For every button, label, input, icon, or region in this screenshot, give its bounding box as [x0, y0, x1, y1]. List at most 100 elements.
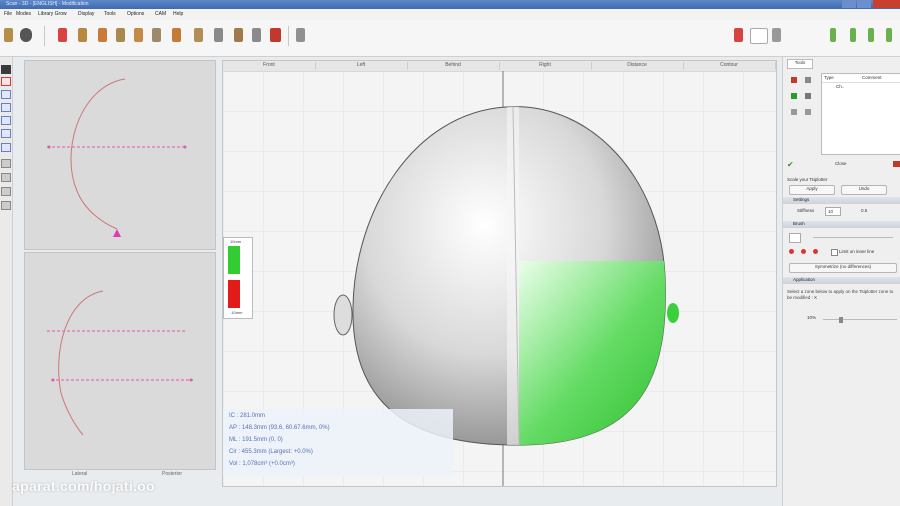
- tab-lateral[interactable]: Lateral: [72, 471, 87, 477]
- side-view-top[interactable]: [24, 60, 216, 250]
- guide-point-left[interactable]: [51, 378, 55, 382]
- brush-section-header[interactable]: Brush: [783, 221, 900, 228]
- marker-triangle-icon[interactable]: [113, 229, 121, 237]
- watermark: aparat.com/hojati.oo: [12, 478, 155, 494]
- menu-help[interactable]: Help: [173, 11, 183, 17]
- align-tool-icon[interactable]: [116, 28, 125, 42]
- right-ear: [667, 303, 679, 323]
- menu-library[interactable]: Library Grow: [38, 11, 67, 17]
- tool-8-icon[interactable]: [1, 173, 11, 182]
- legend-bottom-label: -10mm: [230, 310, 243, 315]
- apply-button[interactable]: Apply: [789, 185, 835, 195]
- refresh-icon[interactable]: [791, 93, 797, 99]
- menu-modes[interactable]: Modes: [16, 11, 31, 17]
- symmetry-tool-icon[interactable]: [270, 28, 281, 42]
- tab-posterior[interactable]: Posterior: [162, 471, 182, 477]
- cancel-icon[interactable]: [893, 161, 900, 167]
- move-up-icon[interactable]: [791, 109, 797, 115]
- color-bar-2-icon[interactable]: [850, 28, 856, 42]
- undo-button[interactable]: Undo: [841, 185, 887, 195]
- rotate-tool-icon[interactable]: [98, 28, 107, 42]
- col-type-header: Type: [824, 75, 834, 80]
- slider-handle[interactable]: [839, 317, 843, 323]
- camera-icon[interactable]: [20, 28, 32, 42]
- tab-distance[interactable]: Distance: [591, 62, 684, 70]
- layer-3-icon[interactable]: [1, 103, 11, 112]
- maximize-button[interactable]: [857, 0, 871, 8]
- menu-display[interactable]: Display: [78, 11, 94, 17]
- red-layer-icon[interactable]: [1, 77, 11, 86]
- scale-tool-icon[interactable]: [234, 28, 243, 42]
- checkmark-icon[interactable]: ✔: [787, 161, 795, 169]
- brush-section-label: Brush: [793, 221, 805, 226]
- application-slider[interactable]: [823, 319, 897, 320]
- tool-9-icon[interactable]: [1, 187, 11, 196]
- menu-tools[interactable]: Tools: [104, 11, 116, 17]
- tab-right[interactable]: Right: [499, 62, 592, 70]
- menu-cam[interactable]: CAM: [155, 11, 166, 17]
- move-down-icon[interactable]: [805, 109, 811, 115]
- table-row[interactable]: Ch..: [836, 84, 844, 89]
- brush-add-icon[interactable]: [789, 249, 794, 254]
- brush-remove-icon[interactable]: [801, 249, 806, 254]
- sculpt-tool-icon[interactable]: [172, 28, 181, 42]
- smooth-tool-icon[interactable]: [134, 28, 143, 42]
- slider-label: 10%: [807, 315, 817, 320]
- fill-tool-icon[interactable]: [194, 28, 203, 42]
- limit-checkbox[interactable]: [831, 249, 838, 256]
- scan-tool-icon[interactable]: [4, 28, 13, 42]
- window-title: Scan - 3D - [ENGLISH] - Modification: [6, 1, 89, 7]
- menu-file[interactable]: File: [4, 11, 12, 17]
- guide-point-left[interactable]: [47, 145, 51, 149]
- brush-smooth-icon[interactable]: [813, 249, 818, 254]
- application-section-header[interactable]: Application: [783, 277, 900, 284]
- delete-icon[interactable]: [791, 77, 797, 83]
- layer-4-icon[interactable]: [1, 116, 11, 125]
- color-bar-4-icon[interactable]: [886, 28, 892, 42]
- settings-section-header[interactable]: Settings: [783, 197, 900, 204]
- stiffness-input[interactable]: 10: [825, 207, 841, 216]
- main-3d-viewport[interactable]: Front Left Behind Right Distance Contour: [222, 60, 777, 487]
- copy-tool-icon[interactable]: [252, 28, 261, 42]
- guide-point-right[interactable]: [183, 145, 187, 149]
- color-bar-3-icon[interactable]: [868, 28, 874, 42]
- menu-options[interactable]: Options: [127, 11, 144, 17]
- symmetrize-button[interactable]: Symmetrize (no differences): [789, 263, 897, 273]
- layer-5-icon[interactable]: [1, 129, 11, 138]
- modifications-table[interactable]: Type Comment Ch..: [821, 73, 900, 155]
- guide-point-right[interactable]: [189, 378, 193, 382]
- close-window-button[interactable]: [873, 0, 900, 8]
- layer-2-icon[interactable]: [1, 90, 11, 99]
- measure-ap: AP : 148.3mm (93.6, 60.67.6mm, 0%): [229, 425, 330, 431]
- copy-icon[interactable]: [805, 77, 811, 83]
- grid-icon[interactable]: [772, 28, 781, 42]
- marker-tool-icon[interactable]: [58, 28, 67, 42]
- layer-6-icon[interactable]: [1, 143, 11, 152]
- view-mode-icon[interactable]: [750, 28, 768, 44]
- side-view-bottom[interactable]: [24, 252, 216, 470]
- select-icon[interactable]: [1, 65, 11, 74]
- measure-tool-icon[interactable]: [152, 28, 161, 42]
- cut-tool-icon[interactable]: [78, 28, 87, 42]
- brush-size-slider[interactable]: [813, 237, 893, 238]
- minimize-button[interactable]: [842, 0, 856, 8]
- tool-10-icon[interactable]: [1, 201, 11, 210]
- color-bar-1-icon[interactable]: [830, 28, 836, 42]
- right-tool-panel: Tools Type Comment Ch.. ✔ Close Scale yo…: [782, 57, 900, 506]
- tab-behind[interactable]: Behind: [407, 62, 500, 70]
- color-legend: 10mm -10mm: [223, 237, 253, 319]
- tab-front[interactable]: Front: [223, 62, 316, 70]
- close-label[interactable]: Close: [835, 161, 847, 166]
- brush-size-input[interactable]: [789, 233, 801, 243]
- title-bar: Scan - 3D - [ENGLISH] - Modification: [0, 0, 900, 9]
- settings-icon[interactable]: [805, 93, 811, 99]
- tab-contour[interactable]: Contour: [683, 62, 776, 70]
- undo-red-icon[interactable]: [734, 28, 743, 42]
- stiffness-label: Stiffness: [797, 208, 815, 213]
- limit-option-label: Limit on inner line: [839, 249, 875, 254]
- tab-left[interactable]: Left: [315, 62, 408, 70]
- export-tool-icon[interactable]: [296, 28, 305, 42]
- layers-tool-icon[interactable]: [214, 28, 223, 42]
- tool-7-icon[interactable]: [1, 159, 11, 168]
- tab-tools[interactable]: Tools: [787, 59, 813, 69]
